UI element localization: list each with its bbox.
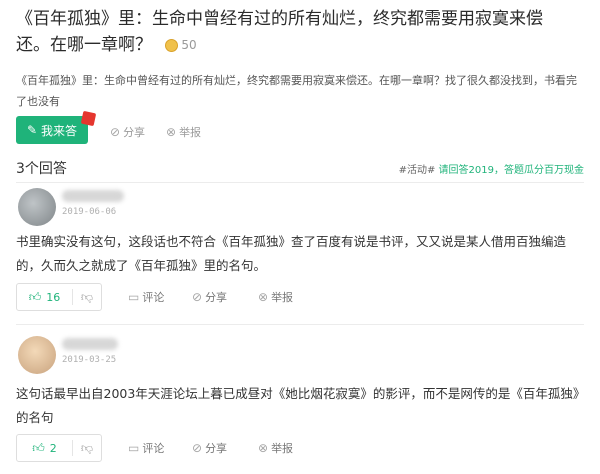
answer-button[interactable]: ✎ 我来答 — [16, 116, 88, 144]
answer-button-label: 我来答 — [41, 123, 78, 138]
upvote-button[interactable]: 👍︎ 2 — [17, 442, 72, 455]
answer-date: 2019-06-06 — [62, 207, 117, 217]
question-share[interactable]: ⊘ 分享 — [110, 124, 145, 140]
comment-icon: ▭ — [128, 290, 140, 304]
avatar[interactable] — [18, 188, 56, 226]
answer-text: 书里确实没有这句，这段话也不符合《百年孤独》查了百度有说是书评，又又说是某人借用… — [16, 234, 567, 273]
report-button[interactable]: ⊗ 举报 — [258, 440, 293, 456]
thumb-down-icon: 👎︎ — [80, 441, 94, 455]
question-description: 《百年孤独》里：生命中曾经有过的所有灿烂，终究都需要用寂寞来偿还。在哪一章啊？找… — [16, 74, 577, 108]
username-blurred — [62, 190, 124, 202]
coin-value: 50 — [181, 38, 197, 52]
report-icon: ⊗ — [258, 441, 269, 455]
thumb-down-icon: 👎︎ — [80, 290, 94, 304]
divider — [16, 182, 584, 183]
divider — [16, 324, 584, 325]
pencil-icon: ✎ — [26, 123, 38, 137]
share-icon: ⊘ — [192, 290, 203, 304]
comment-button[interactable]: ▭ 评论 — [128, 440, 164, 456]
report-button[interactable]: ⊗ 举报 — [258, 289, 293, 305]
report-icon: ⊗ — [258, 290, 269, 304]
share-button[interactable]: ⊘ 分享 — [192, 289, 227, 305]
report-icon: ⊗ — [166, 125, 177, 139]
promo-tag: #活动# — [398, 164, 436, 176]
answer-text: 这句话最早出自2003年天涯论坛上暮已成昼对《她比烟花寂寞》的影评，而不是网传的… — [16, 386, 580, 425]
vote-widget: 👍︎ 2 👎︎ — [16, 434, 102, 462]
answer-count: 3个回答 — [16, 161, 67, 177]
comment-icon: ▭ — [128, 441, 140, 455]
username-blurred — [62, 338, 118, 350]
thumb-up-icon: 👍︎ — [28, 290, 42, 304]
answer-date: 2019-03-25 — [62, 355, 117, 365]
question-title-text: 《百年孤独》里：生命中曾经有过的所有灿烂，终究都需要用寂寞来偿还。在哪一章啊？ — [16, 9, 543, 55]
thumb-up-icon: 👍︎ — [32, 441, 45, 455]
downvote-button[interactable]: 👎︎ — [73, 291, 101, 303]
coin-icon — [165, 38, 179, 52]
upvote-count: 2 — [49, 441, 57, 455]
answers-header: 3个回答 #活动# 请回答2019，答题瓜分百万现金 — [16, 157, 584, 179]
upvote-count: 16 — [46, 290, 61, 304]
promo-banner[interactable]: #活动# 请回答2019，答题瓜分百万现金 — [399, 161, 584, 176]
question-title: 《百年孤独》里：生命中曾经有过的所有灿烂，终究都需要用寂寞来偿还。在哪一章啊？ … — [16, 6, 576, 58]
share-icon: ⊘ — [110, 125, 121, 139]
upvote-button[interactable]: 👍︎ 16 — [17, 291, 72, 304]
vote-widget: 👍︎ 16 👎︎ — [16, 283, 102, 311]
coin-reward: 50 — [165, 32, 197, 58]
comment-button[interactable]: ▭ 评论 — [128, 289, 164, 305]
downvote-button[interactable]: 👎︎ — [73, 442, 101, 454]
promo-text: 请回答2019，答题瓜分百万现金 — [438, 164, 584, 176]
avatar[interactable] — [18, 336, 56, 374]
share-button[interactable]: ⊘ 分享 — [192, 440, 227, 456]
share-icon: ⊘ — [192, 441, 203, 455]
question-report[interactable]: ⊗ 举报 — [166, 124, 201, 140]
red-envelope-badge — [80, 110, 97, 127]
